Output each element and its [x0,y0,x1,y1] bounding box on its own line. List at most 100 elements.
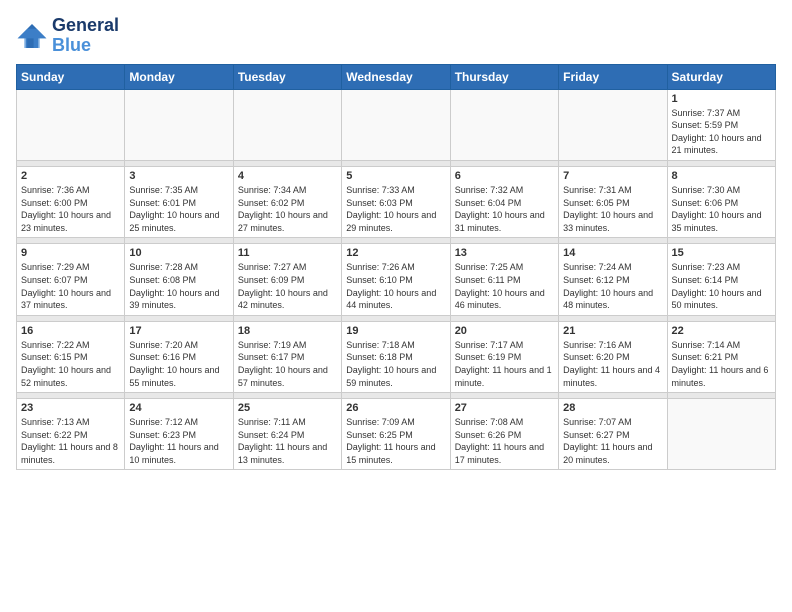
calendar-day-cell: 25 Sunrise: 7:11 AM Sunset: 6:24 PM Dayli… [233,399,341,470]
calendar-day-cell: 8 Sunrise: 7:30 AM Sunset: 6:06 PM Daylig… [667,166,775,237]
calendar-day-cell: 10 Sunrise: 7:28 AM Sunset: 6:08 PM Dayli… [125,244,233,315]
day-number: 12 [346,247,445,259]
day-info: Sunrise: 7:13 AM Sunset: 6:22 PM Dayligh… [21,416,120,466]
day-number: 27 [455,402,554,414]
day-number: 20 [455,325,554,337]
weekday-header: Monday [125,64,233,89]
day-number: 26 [346,402,445,414]
calendar-day-cell [342,89,450,160]
calendar-day-cell [667,399,775,470]
day-info: Sunrise: 7:27 AM Sunset: 6:09 PM Dayligh… [238,261,337,311]
day-info: Sunrise: 7:30 AM Sunset: 6:06 PM Dayligh… [672,184,771,234]
calendar-day-cell: 15 Sunrise: 7:23 AM Sunset: 6:14 PM Dayli… [667,244,775,315]
day-info: Sunrise: 7:07 AM Sunset: 6:27 PM Dayligh… [563,416,662,466]
day-info: Sunrise: 7:25 AM Sunset: 6:11 PM Dayligh… [455,261,554,311]
logo-text: General Blue [52,16,119,56]
calendar-header-row: SundayMondayTuesdayWednesdayThursdayFrid… [17,64,776,89]
day-number: 11 [238,247,337,259]
day-number: 17 [129,325,228,337]
calendar-day-cell: 5Sunrise: 7:33 AM Sunset: 6:03 PM Daylig… [342,166,450,237]
day-info: Sunrise: 7:28 AM Sunset: 6:08 PM Dayligh… [129,261,228,311]
day-info: Sunrise: 7:34 AM Sunset: 6:02 PM Dayligh… [238,184,337,234]
day-info: Sunrise: 7:24 AM Sunset: 6:12 PM Dayligh… [563,261,662,311]
calendar-week-row: 1Sunrise: 7:37 AM Sunset: 5:59 PM Daylig… [17,89,776,160]
calendar-day-cell: 12 Sunrise: 7:26 AM Sunset: 6:10 PM Dayli… [342,244,450,315]
calendar-week-row: 2 Sunrise: 7:36 AM Sunset: 6:00 PM Daylig… [17,166,776,237]
day-number: 19 [346,325,445,337]
calendar-day-cell: 28 Sunrise: 7:07 AM Sunset: 6:27 PM Dayli… [559,399,667,470]
calendar-day-cell: 22Sunrise: 7:14 AM Sunset: 6:21 PM Dayli… [667,321,775,392]
day-number: 10 [129,247,228,259]
day-info: Sunrise: 7:36 AM Sunset: 6:00 PM Dayligh… [21,184,120,234]
weekday-header: Saturday [667,64,775,89]
day-info: Sunrise: 7:11 AM Sunset: 6:24 PM Dayligh… [238,416,337,466]
calendar-day-cell [450,89,558,160]
calendar-day-cell: 16 Sunrise: 7:22 AM Sunset: 6:15 PM Dayli… [17,321,125,392]
day-info: Sunrise: 7:22 AM Sunset: 6:15 PM Dayligh… [21,339,120,389]
calendar-day-cell: 13 Sunrise: 7:25 AM Sunset: 6:11 PM Dayli… [450,244,558,315]
day-info: Sunrise: 7:32 AM Sunset: 6:04 PM Dayligh… [455,184,554,234]
day-number: 8 [672,170,771,182]
day-info: Sunrise: 7:29 AM Sunset: 6:07 PM Dayligh… [21,261,120,311]
day-number: 9 [21,247,120,259]
day-number: 3 [129,170,228,182]
day-number: 25 [238,402,337,414]
day-info: Sunrise: 7:08 AM Sunset: 6:26 PM Dayligh… [455,416,554,466]
calendar-week-row: 16 Sunrise: 7:22 AM Sunset: 6:15 PM Dayli… [17,321,776,392]
calendar-day-cell: 9 Sunrise: 7:29 AM Sunset: 6:07 PM Daylig… [17,244,125,315]
calendar-day-cell: 4 Sunrise: 7:34 AM Sunset: 6:02 PM Daylig… [233,166,341,237]
weekday-header: Wednesday [342,64,450,89]
calendar-day-cell: 17 Sunrise: 7:20 AM Sunset: 6:16 PM Dayli… [125,321,233,392]
calendar-day-cell: 26 Sunrise: 7:09 AM Sunset: 6:25 PM Dayli… [342,399,450,470]
day-info: Sunrise: 7:09 AM Sunset: 6:25 PM Dayligh… [346,416,445,466]
day-number: 28 [563,402,662,414]
logo: General Blue [16,16,119,56]
calendar-day-cell: 23 Sunrise: 7:13 AM Sunset: 6:22 PM Dayli… [17,399,125,470]
calendar-day-cell [559,89,667,160]
calendar-day-cell: 2 Sunrise: 7:36 AM Sunset: 6:00 PM Daylig… [17,166,125,237]
day-info: Sunrise: 7:20 AM Sunset: 6:16 PM Dayligh… [129,339,228,389]
weekday-header: Sunday [17,64,125,89]
calendar-day-cell: 27 Sunrise: 7:08 AM Sunset: 6:26 PM Dayli… [450,399,558,470]
day-number: 15 [672,247,771,259]
day-info: Sunrise: 7:12 AM Sunset: 6:23 PM Dayligh… [129,416,228,466]
calendar-day-cell: 19 Sunrise: 7:18 AM Sunset: 6:18 PM Dayli… [342,321,450,392]
calendar-day-cell: 24 Sunrise: 7:12 AM Sunset: 6:23 PM Dayli… [125,399,233,470]
calendar-day-cell: 11 Sunrise: 7:27 AM Sunset: 6:09 PM Dayli… [233,244,341,315]
calendar-day-cell: 7 Sunrise: 7:31 AM Sunset: 6:05 PM Daylig… [559,166,667,237]
day-number: 1 [672,93,771,105]
calendar-day-cell [125,89,233,160]
day-number: 2 [21,170,120,182]
calendar-day-cell: 21 Sunrise: 7:16 AM Sunset: 6:20 PM Dayli… [559,321,667,392]
day-number: 18 [238,325,337,337]
calendar-week-row: 23 Sunrise: 7:13 AM Sunset: 6:22 PM Dayli… [17,399,776,470]
weekday-header: Thursday [450,64,558,89]
calendar-week-row: 9 Sunrise: 7:29 AM Sunset: 6:07 PM Daylig… [17,244,776,315]
calendar-day-cell [17,89,125,160]
day-info: Sunrise: 7:18 AM Sunset: 6:18 PM Dayligh… [346,339,445,389]
day-info: Sunrise: 7:19 AM Sunset: 6:17 PM Dayligh… [238,339,337,389]
day-number: 21 [563,325,662,337]
weekday-header: Tuesday [233,64,341,89]
day-info: Sunrise: 7:26 AM Sunset: 6:10 PM Dayligh… [346,261,445,311]
day-info: Sunrise: 7:17 AM Sunset: 6:19 PM Dayligh… [455,339,554,389]
day-number: 4 [238,170,337,182]
day-number: 23 [21,402,120,414]
weekday-header: Friday [559,64,667,89]
day-number: 5 [346,170,445,182]
day-number: 24 [129,402,228,414]
calendar-day-cell: 1Sunrise: 7:37 AM Sunset: 5:59 PM Daylig… [667,89,775,160]
calendar-day-cell: 6 Sunrise: 7:32 AM Sunset: 6:04 PM Daylig… [450,166,558,237]
day-info: Sunrise: 7:35 AM Sunset: 6:01 PM Dayligh… [129,184,228,234]
calendar: SundayMondayTuesdayWednesdayThursdayFrid… [16,64,776,471]
day-info: Sunrise: 7:14 AM Sunset: 6:21 PM Dayligh… [672,339,771,389]
calendar-day-cell: 18 Sunrise: 7:19 AM Sunset: 6:17 PM Dayli… [233,321,341,392]
day-number: 7 [563,170,662,182]
calendar-day-cell: 3 Sunrise: 7:35 AM Sunset: 6:01 PM Daylig… [125,166,233,237]
day-info: Sunrise: 7:31 AM Sunset: 6:05 PM Dayligh… [563,184,662,234]
day-number: 13 [455,247,554,259]
day-number: 16 [21,325,120,337]
day-number: 6 [455,170,554,182]
day-info: Sunrise: 7:23 AM Sunset: 6:14 PM Dayligh… [672,261,771,311]
day-info: Sunrise: 7:16 AM Sunset: 6:20 PM Dayligh… [563,339,662,389]
